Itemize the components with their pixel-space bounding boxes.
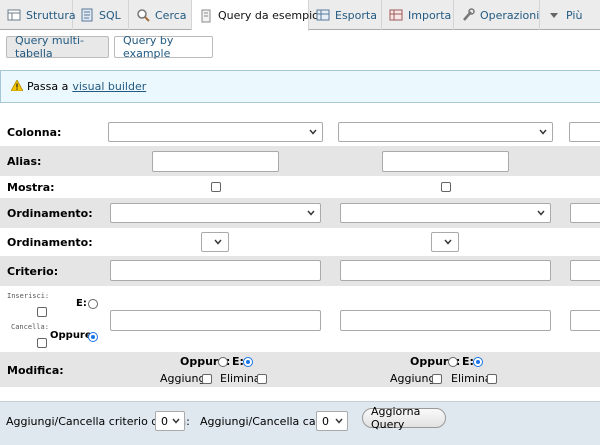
row-modifica: Modifica: Oppure: E: Aggiungi Elimina Op… [0,352,600,387]
row-criterio: Criterio: [0,256,600,286]
delete-checkbox[interactable] [37,338,47,348]
tab-operazioni[interactable]: Operazioni [454,0,540,30]
warning-icon [10,78,24,94]
row-alias: Alias: [0,146,600,176]
tab-label: Query da esempio [218,9,319,22]
row-ordinamento: Ordinamento: [0,198,600,228]
modify-remove-label-1: Elimina [220,372,261,385]
modify-remove-checkbox-2[interactable] [487,374,497,384]
modify-add-checkbox-2[interactable] [432,374,442,384]
query-footer: Aggiungi/Cancella criterio di riga: 0 Ag… [0,401,600,445]
tab-sql[interactable]: SQL [73,0,129,30]
column-select-1[interactable] [108,122,323,142]
sort-select-1[interactable] [110,203,321,223]
structure-icon [7,8,21,22]
tab-bar: Struttura SQL Cerca Query da esempio Esp… [0,0,600,31]
tab-label: Più [566,8,583,22]
tab-struttura[interactable]: Struttura [0,0,76,30]
tab-label: Cerca [155,8,187,22]
delete-label: Cancella: [11,323,49,331]
import-icon [389,8,403,22]
row-label: Ordinamento: [7,236,93,249]
chevron-down-icon [309,129,317,135]
tab-label: Esporta [335,8,377,22]
modify-or-radio-1[interactable] [218,357,228,367]
caret-down-icon [547,8,561,22]
show-checkbox-1[interactable] [211,182,221,192]
subtab-query-by-example[interactable]: Query by example [114,34,213,60]
column-select-2[interactable] [338,122,553,142]
search-icon [136,8,150,22]
and-label: E: [76,298,87,309]
chevron-down-icon [214,239,222,245]
row-colonna: Colonna: [0,118,600,146]
chevron-down-icon [537,210,545,216]
column-select-3[interactable] [569,122,600,142]
subtab-query-multi-tabella[interactable]: Query multi-tabella [6,34,109,60]
chevron-down-icon [444,239,452,245]
tab-cerca[interactable]: Cerca [129,0,192,30]
chevron-down-icon [307,210,315,216]
row-label: Colonna: [7,126,62,139]
sql-icon [80,8,94,22]
row-ordinamento-index: Ordinamento: [0,228,600,256]
tab-label: Struttura [26,8,76,22]
criteria-input-1[interactable] [110,260,321,281]
row-label: Modifica: [7,364,64,377]
row-mostra: Mostra: [0,176,600,198]
or-radio[interactable] [88,332,98,342]
tab-label: SQL [99,8,121,22]
and-radio[interactable] [88,299,98,309]
alias-input-2[interactable] [382,151,509,172]
criteria-extra-input-2[interactable] [340,310,551,331]
sort-order-select-2[interactable] [431,232,459,252]
modify-remove-label-2: Elimina [451,372,492,385]
criteria-input-2[interactable] [340,260,551,281]
sort-select-2[interactable] [340,203,551,223]
sort-select-3[interactable] [570,203,600,223]
tab-esporta[interactable]: Esporta [309,0,382,30]
fields-value: 0 [322,415,329,428]
criteria-rows-value: 0 [161,415,168,428]
insert-label: Inserisci: [7,292,50,300]
alias-input-1[interactable] [152,151,279,172]
tab-importa[interactable]: Importa [382,0,454,30]
row-label: Criterio: [7,265,59,278]
tab-label: Operazioni [480,8,540,22]
criteria-rows-select[interactable]: 0 [155,411,185,431]
modify-and-radio-1[interactable] [243,357,253,367]
sort-order-select-1[interactable] [201,232,229,252]
criteria-extra-input-3[interactable] [570,310,600,331]
modify-remove-checkbox-1[interactable] [257,374,267,384]
modify-add-checkbox-1[interactable] [202,374,212,384]
wrench-icon [461,8,475,22]
tab-query-da-esempio[interactable]: Query da esempio [192,0,319,31]
row-label: Alias: [7,155,42,168]
visual-builder-notice: Passa a visual builder [0,70,600,103]
fields-select[interactable]: 0 [316,411,348,431]
criteria-extra-input-1[interactable] [110,310,321,331]
query-icon [199,9,213,23]
chevron-down-icon [335,418,343,424]
chevron-down-icon [172,418,180,424]
criteria-input-3[interactable] [570,260,600,281]
row-label: Ordinamento: [7,207,93,220]
insert-checkbox[interactable] [37,307,47,317]
update-query-button[interactable]: Aggiorna Query [362,405,446,431]
show-checkbox-2[interactable] [441,182,451,192]
visual-builder-link[interactable]: visual builder [72,80,146,93]
tab-label: Importa [408,8,452,22]
notice-text: Passa a [27,80,69,93]
modify-or-radio-2[interactable] [448,357,458,367]
chevron-down-icon [539,129,547,135]
export-icon [316,8,330,22]
modify-and-radio-2[interactable] [473,357,483,367]
row-insert-delete: Inserisci: E: Cancella: Oppure: [0,286,600,352]
row-label: Mostra: [7,181,55,194]
tab-piu[interactable]: Più [540,0,600,30]
